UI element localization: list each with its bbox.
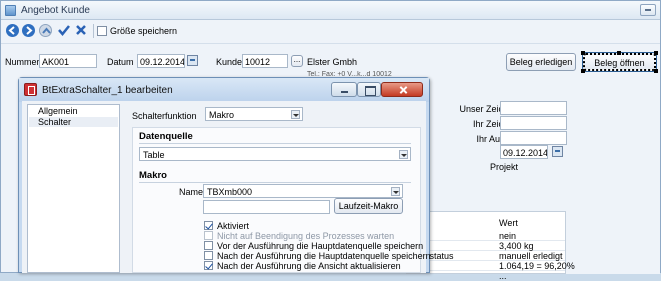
section-divider bbox=[139, 182, 411, 183]
kunde-label: Kunde bbox=[216, 57, 243, 67]
arrow-up-icon[interactable] bbox=[39, 24, 52, 37]
save-size-label: Größe speichern bbox=[110, 26, 178, 36]
save-size-checkbox[interactable] bbox=[97, 26, 107, 36]
beleg-erledigen-button[interactable]: Beleg erledigen bbox=[506, 53, 576, 71]
laufzeit-makro-button[interactable]: Laufzeit-Makro bbox=[334, 198, 403, 214]
makro-section-title: Makro bbox=[139, 170, 167, 181]
nach-speichern-label: Nach der Ausführung die Hauptdatenquelle… bbox=[217, 251, 431, 261]
dialog-title-bar[interactable]: BtExtraSchalter_1 bearbeiten bbox=[19, 78, 429, 102]
toolbar-separator bbox=[93, 24, 94, 38]
resize-handle[interactable] bbox=[654, 69, 658, 73]
restore-icon bbox=[645, 9, 651, 11]
datenquelle-section-title: Datenquelle bbox=[139, 131, 193, 142]
ihr-auftrag-field[interactable] bbox=[500, 131, 567, 145]
dialog-title: BtExtraSchalter_1 bearbeiten bbox=[42, 85, 173, 96]
section-divider bbox=[139, 143, 411, 144]
edit-switch-dialog: BtExtraSchalter_1 bearbeiten Allgemein S… bbox=[18, 77, 431, 273]
resize-handle[interactable] bbox=[581, 69, 585, 73]
datum-label: Datum bbox=[107, 57, 134, 67]
settings-panel: Datenquelle Table Makro Name TBXmb000 La… bbox=[132, 127, 431, 273]
resize-handle[interactable] bbox=[617, 51, 621, 55]
calendar-icon[interactable] bbox=[187, 55, 198, 66]
kunde-field[interactable]: 10012 bbox=[242, 54, 288, 68]
nach-speichern-checkbox[interactable] bbox=[204, 251, 213, 260]
table-cell: 1.064,19 = 96,20% bbox=[499, 261, 575, 271]
vor-speichern-checkbox[interactable] bbox=[204, 241, 213, 250]
dialog-body: Allgemein Schalter Schalterfunktion Makr… bbox=[22, 101, 431, 273]
ihr-zeichen-field[interactable] bbox=[500, 116, 567, 130]
close-button[interactable] bbox=[381, 82, 423, 97]
vom-field[interactable]: 09.12.2014 bbox=[500, 145, 548, 159]
nicht-warten-checkbox[interactable] bbox=[204, 231, 213, 240]
properties-table: Wert t nein t 3,400 kg nmestatus manuell… bbox=[406, 211, 575, 281]
chevron-down-icon bbox=[399, 150, 408, 159]
kunde-name: Elster Gmbh bbox=[307, 57, 358, 67]
aktiviert-checkbox[interactable] bbox=[204, 221, 213, 230]
window-title: Angebot Kunde bbox=[21, 5, 90, 16]
schalterfunktion-value: Makro bbox=[209, 110, 235, 120]
category-tree: Allgemein Schalter bbox=[27, 104, 120, 273]
name-label: Name bbox=[179, 187, 204, 197]
chevron-down-icon bbox=[391, 187, 400, 196]
arrow-right-icon[interactable] bbox=[22, 24, 35, 37]
nicht-warten-label: Nicht auf Beendigung des Prozesses warte… bbox=[217, 231, 395, 241]
table-row[interactable]: t nein bbox=[407, 231, 565, 241]
chevron-down-icon bbox=[291, 110, 300, 119]
app-icon bbox=[5, 5, 16, 16]
title-bar: Angebot Kunde bbox=[1, 1, 660, 20]
ansicht-aktualisieren-label: Nach der Ausführung die Ansicht aktualis… bbox=[217, 261, 401, 271]
checkmark-icon[interactable] bbox=[57, 23, 71, 37]
makro-parameter-field[interactable] bbox=[203, 200, 330, 214]
tree-item-schalter[interactable]: Schalter bbox=[38, 117, 71, 127]
table-row[interactable]: t 3,400 kg bbox=[407, 241, 565, 251]
schalterfunktion-select[interactable]: Makro bbox=[205, 107, 303, 121]
x-icon[interactable] bbox=[74, 23, 88, 37]
schalterfunktion-label: Schalterfunktion bbox=[132, 111, 197, 121]
makro-name-value: TBXmb000 bbox=[207, 187, 253, 197]
datum-field[interactable]: 09.12.2014 bbox=[137, 54, 185, 68]
maximize-button[interactable] bbox=[357, 82, 381, 97]
table-cell: 3,400 kg bbox=[499, 241, 534, 251]
ansicht-aktualisieren-checkbox[interactable] bbox=[204, 261, 213, 270]
makro-name-select[interactable]: TBXmb000 bbox=[203, 184, 403, 198]
form-icon bbox=[24, 83, 37, 96]
lookup-button[interactable]: ... bbox=[291, 55, 303, 67]
table-row[interactable]: UR 1.064,19 = 96,20% bbox=[407, 261, 575, 271]
arrow-left-icon[interactable] bbox=[6, 24, 19, 37]
header-row: Nummer AK001 Datum 09.12.2014 Kunde 1001… bbox=[1, 43, 660, 78]
table-row[interactable]: nmestatus manuell erledigt bbox=[407, 251, 565, 261]
resize-handle[interactable] bbox=[654, 51, 658, 55]
projekt-label: Projekt bbox=[489, 162, 518, 172]
nummer-field[interactable]: AK001 bbox=[39, 54, 97, 68]
table-cell: manuell erledigt bbox=[499, 251, 563, 261]
toolbar: Größe speichern bbox=[1, 21, 660, 41]
minimize-button[interactable] bbox=[331, 82, 357, 97]
nummer-label: Nummer bbox=[5, 57, 40, 67]
ellipsis-icon: ... bbox=[293, 55, 301, 64]
beleg-oeffnen-button[interactable]: Beleg öffnen bbox=[582, 52, 657, 72]
calendar-icon[interactable] bbox=[552, 146, 563, 157]
aktiviert-label: Aktiviert bbox=[217, 221, 250, 231]
datenquelle-select[interactable]: Table bbox=[139, 147, 411, 161]
tree-item-allgemein[interactable]: Allgemein bbox=[38, 106, 78, 116]
vor-speichern-label: Vor der Ausführung die Hauptdatenquelle … bbox=[217, 241, 424, 251]
restore-button[interactable] bbox=[640, 4, 656, 16]
resize-handle[interactable] bbox=[581, 51, 585, 55]
datenquelle-value: Table bbox=[143, 150, 165, 160]
table-header-wert: Wert bbox=[499, 218, 518, 228]
unser-zeichen-field[interactable] bbox=[500, 101, 567, 115]
table-cell: nein bbox=[499, 231, 517, 241]
